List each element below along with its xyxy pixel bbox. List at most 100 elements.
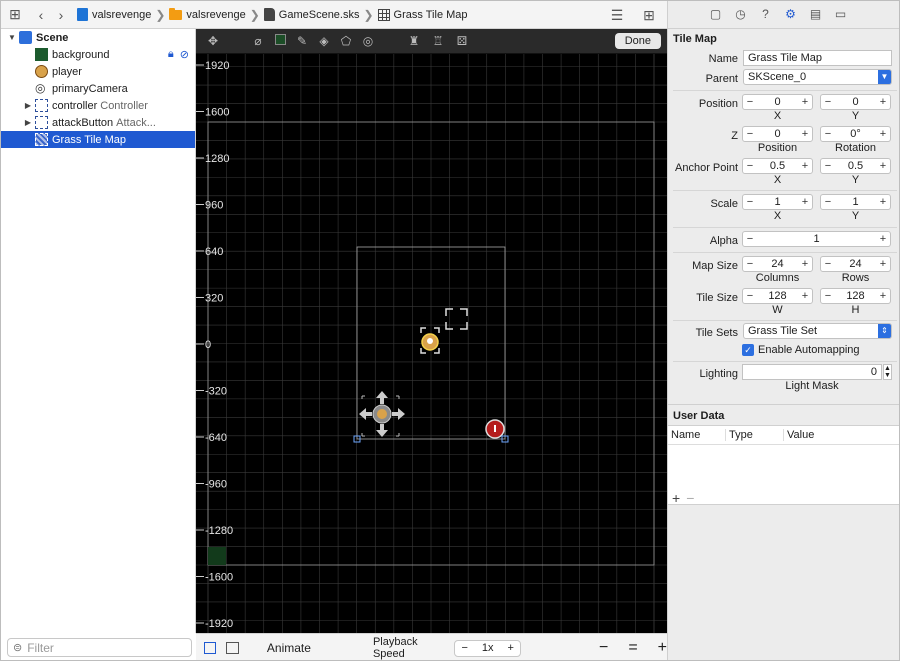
clear-icon[interactable]: ♖ bbox=[429, 34, 447, 48]
increment-button[interactable]: + bbox=[876, 232, 890, 246]
tile-width-value[interactable]: 128 bbox=[757, 289, 798, 303]
increment-button[interactable]: + bbox=[876, 95, 890, 109]
increment-button[interactable]: + bbox=[798, 257, 812, 271]
column-name[interactable]: Name bbox=[668, 429, 726, 441]
column-value[interactable]: Value bbox=[784, 429, 814, 441]
add-user-data-button[interactable]: + bbox=[672, 490, 680, 506]
paint-bucket-icon[interactable]: ◈ bbox=[315, 34, 333, 48]
position-y-stepper[interactable]: −0 + bbox=[820, 94, 891, 110]
decrement-button[interactable]: − bbox=[821, 159, 835, 173]
decrement-button[interactable]: − bbox=[821, 95, 835, 109]
decrement-button[interactable]: − bbox=[743, 159, 757, 173]
breadcrumb-folder[interactable]: valsrevenge bbox=[169, 7, 246, 21]
increment-button[interactable]: + bbox=[876, 127, 890, 141]
lock-icon[interactable]: 🔒︎ bbox=[168, 48, 174, 61]
zoom-out-button[interactable]: − bbox=[599, 639, 608, 657]
disclosure-closed-icon[interactable]: ▶ bbox=[23, 118, 33, 127]
map-columns-value[interactable]: 24 bbox=[757, 257, 798, 271]
outline-toggle-icon[interactable] bbox=[204, 642, 217, 654]
map-rows-stepper[interactable]: −24 + bbox=[820, 256, 891, 272]
playback-speed-stepper[interactable]: − 1x + bbox=[454, 639, 521, 657]
scale-y-value[interactable]: 1 bbox=[835, 195, 876, 209]
z-rotation-value[interactable]: 0° bbox=[835, 127, 876, 141]
filter-field[interactable]: ⊜ Filter bbox=[7, 638, 192, 657]
column-type[interactable]: Type bbox=[726, 429, 784, 441]
history-inspector-icon[interactable]: ◷ bbox=[733, 7, 748, 22]
grid-view-icon[interactable]: ⊞ bbox=[5, 5, 25, 25]
automapping-checkbox[interactable]: ✓ bbox=[742, 344, 754, 356]
tile-sets-popup[interactable]: Grass Tile Set ⇕ bbox=[743, 323, 892, 339]
disclosure-closed-icon[interactable]: ▶ bbox=[23, 101, 33, 110]
increment-button[interactable]: + bbox=[798, 159, 812, 173]
anchor-x-stepper[interactable]: −0.5 + bbox=[742, 158, 813, 174]
breadcrumb-node[interactable]: Grass Tile Map bbox=[377, 8, 468, 21]
circle-tool-icon[interactable]: ◎ bbox=[359, 34, 377, 48]
light-mask-field[interactable]: 0 bbox=[742, 364, 882, 380]
random-dice-icon[interactable]: ⚄ bbox=[453, 34, 471, 48]
increment-button[interactable]: + bbox=[798, 289, 812, 303]
user-data-table[interactable]: Name Type Value + − bbox=[668, 425, 899, 506]
increment-button[interactable]: + bbox=[876, 257, 890, 271]
file-inspector-icon[interactable]: ▢ bbox=[708, 7, 723, 22]
console-toggle-icon[interactable] bbox=[226, 642, 239, 654]
custom-class-inspector-icon[interactable]: ▤ bbox=[808, 7, 823, 22]
map-columns-stepper[interactable]: −24 + bbox=[742, 256, 813, 272]
anchor-y-stepper[interactable]: −0.5 + bbox=[820, 158, 891, 174]
decrement-button[interactable]: − bbox=[821, 127, 835, 141]
decrement-button[interactable]: − bbox=[821, 195, 835, 209]
done-button[interactable]: Done bbox=[614, 33, 661, 49]
increase-speed-button[interactable]: + bbox=[502, 642, 520, 654]
scale-x-value[interactable]: 1 bbox=[757, 195, 798, 209]
decrement-button[interactable]: − bbox=[743, 127, 757, 141]
decrement-button[interactable]: − bbox=[743, 195, 757, 209]
tile-width-stepper[interactable]: −128 + bbox=[742, 288, 813, 304]
zoom-in-button[interactable]: + bbox=[658, 639, 667, 657]
increment-button[interactable]: + bbox=[798, 95, 812, 109]
z-position-value[interactable]: 0 bbox=[757, 127, 798, 141]
decrement-button[interactable]: − bbox=[821, 289, 835, 303]
increment-button[interactable]: + bbox=[798, 195, 812, 209]
outline-item-background[interactable]: background 🔒︎ ⊘ bbox=[1, 46, 195, 63]
outline-item-player[interactable]: player bbox=[1, 63, 195, 80]
light-mask-stepper-icon[interactable]: ▲ ▼ bbox=[883, 364, 892, 380]
decrement-button[interactable]: − bbox=[743, 232, 757, 246]
back-arrow-icon[interactable]: ‹ bbox=[31, 5, 51, 25]
remove-user-data-button[interactable]: − bbox=[686, 490, 694, 506]
scale-y-stepper[interactable]: −1 + bbox=[820, 194, 891, 210]
anchor-y-value[interactable]: 0.5 bbox=[835, 159, 876, 173]
disclosure-open-icon[interactable]: ▼ bbox=[7, 33, 17, 42]
automap-icon[interactable]: ♜ bbox=[405, 34, 423, 48]
position-y-value[interactable]: 0 bbox=[835, 95, 876, 109]
alpha-value[interactable]: 1 bbox=[757, 232, 876, 246]
increment-button[interactable]: + bbox=[876, 159, 890, 173]
attributes-inspector-icon[interactable]: ⚙ bbox=[783, 7, 798, 22]
hidden-eye-icon[interactable]: ⊘ bbox=[180, 48, 189, 61]
outline-item-scene[interactable]: ▼ Scene bbox=[1, 29, 195, 46]
position-x-value[interactable]: 0 bbox=[757, 95, 798, 109]
split-editor-icon[interactable]: ⊞ bbox=[639, 5, 659, 25]
z-rotation-stepper[interactable]: −0° + bbox=[820, 126, 891, 142]
pencil-icon[interactable]: ✎ bbox=[293, 34, 311, 48]
forward-arrow-icon[interactable]: › bbox=[51, 5, 71, 25]
increment-button[interactable]: + bbox=[876, 195, 890, 209]
parent-popup[interactable]: SKScene_0 ▼ bbox=[743, 69, 892, 85]
lines-icon[interactable]: ☰ bbox=[607, 5, 627, 25]
decrement-button[interactable]: − bbox=[821, 257, 835, 271]
z-position-stepper[interactable]: −0 + bbox=[742, 126, 813, 142]
scale-x-stepper[interactable]: −1 + bbox=[742, 194, 813, 210]
increment-button[interactable]: + bbox=[798, 127, 812, 141]
name-field[interactable]: Grass Tile Map bbox=[743, 50, 892, 66]
anchor-x-value[interactable]: 0.5 bbox=[757, 159, 798, 173]
eyedropper-icon[interactable]: ⌀ bbox=[249, 34, 267, 48]
increment-button[interactable]: + bbox=[876, 289, 890, 303]
decrement-button[interactable]: − bbox=[743, 95, 757, 109]
map-rows-value[interactable]: 24 bbox=[835, 257, 876, 271]
scene-canvas[interactable]: 1920 1600 1280 960 640 320 0 -320 -640 -960 -1280 -… bbox=[196, 54, 667, 633]
stamp-icon[interactable]: ⬠ bbox=[337, 34, 355, 48]
physics-inspector-icon[interactable]: ▭ bbox=[833, 7, 848, 22]
tile-height-value[interactable]: 128 bbox=[835, 289, 876, 303]
decrease-speed-button[interactable]: − bbox=[455, 642, 473, 654]
position-x-stepper[interactable]: −0 + bbox=[742, 94, 813, 110]
breadcrumb-file[interactable]: GameScene.sks bbox=[263, 8, 359, 21]
decrement-button[interactable]: − bbox=[743, 289, 757, 303]
